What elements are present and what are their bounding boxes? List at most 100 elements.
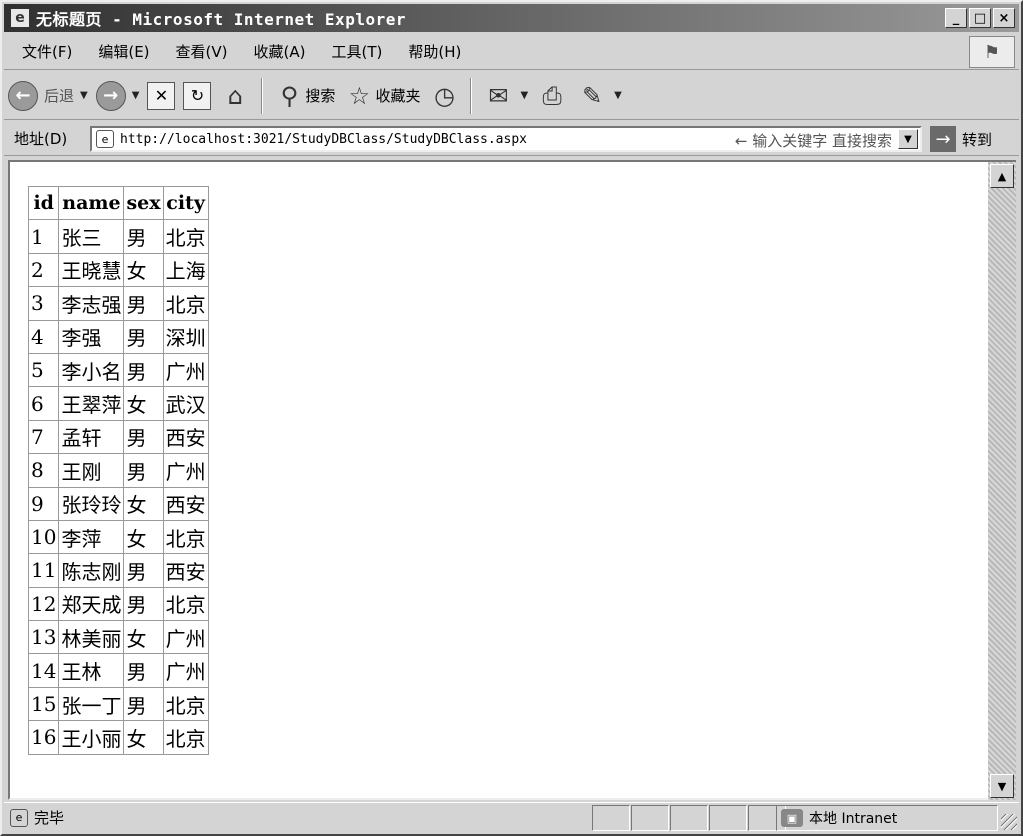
stop-icon: ✕	[147, 81, 176, 110]
cell-name: 王小丽	[58, 720, 125, 755]
print-button[interactable]: ⎙	[532, 76, 572, 116]
refresh-button[interactable]: ↻	[179, 76, 215, 116]
history-icon: ◷	[433, 81, 455, 110]
table-row: 6 王翠萍女武汉	[27, 386, 209, 421]
go-label: 转到	[962, 130, 993, 149]
cell-id: 16	[27, 720, 60, 755]
menu-tools[interactable]: 工具(T)	[331, 41, 382, 62]
security-zone: ▣ 本地 Intranet	[776, 805, 998, 831]
cell-city: 深圳	[162, 319, 209, 354]
cell-name: 王翠萍	[58, 386, 125, 421]
mail-icon: ✉	[488, 81, 509, 110]
cell-sex: 女	[123, 519, 164, 555]
cell-city: 广州	[162, 453, 209, 488]
cell-name: 王林	[58, 653, 125, 688]
back-button[interactable]: ← 后退 ▼	[4, 76, 92, 116]
cell-name: 李小名	[58, 352, 125, 388]
vertical-scrollbar[interactable]: ▲ ▼	[988, 160, 1016, 800]
cell-name: 王晓慧	[58, 252, 125, 288]
cell-sex: 女	[123, 720, 164, 755]
star-icon: ☆	[348, 81, 371, 110]
cell-id: 14	[27, 653, 60, 688]
table-row: 3 李志强男北京	[27, 286, 209, 321]
back-label: 后退	[44, 87, 75, 105]
menu-edit[interactable]: 编辑(E)	[98, 41, 149, 62]
cell-id: 2	[27, 252, 60, 288]
page-done-icon: e	[10, 808, 28, 827]
table-row: 14 王林男广州	[27, 653, 209, 688]
resize-grip-icon[interactable]	[1001, 814, 1017, 830]
cell-city: 广州	[162, 352, 209, 388]
scroll-down-button[interactable]: ▼	[990, 774, 1014, 798]
close-button[interactable]: ×	[993, 8, 1015, 28]
status-bar: e 完毕 ▣ 本地 Intranet	[4, 802, 1019, 832]
mail-button[interactable]: ✉ ▼	[478, 76, 532, 116]
table-row: 2 王晓慧女上海	[27, 252, 209, 288]
data-table: id name sex city 1 张三男北京 2 王晓慧女上海 3 李志强男北京 4 李强…	[27, 185, 209, 755]
cell-sex: 男	[123, 319, 164, 354]
forward-arrow-icon: →	[95, 80, 126, 111]
minimize-button[interactable]: _	[945, 8, 967, 28]
cell-name: 王刚	[58, 453, 125, 488]
search-button[interactable]: ⚲ 搜索	[269, 76, 339, 116]
table-row: 13 林美丽女广州	[27, 620, 209, 655]
table-row: 11 陈志刚男西安	[27, 553, 209, 588]
forward-button[interactable]: → ▼	[92, 76, 144, 116]
address-input[interactable]: e http://localhost:3021/StudyDBClass/Stu…	[90, 126, 922, 152]
cell-sex: 男	[123, 586, 164, 622]
table-row: 10 李萍女北京	[27, 519, 209, 555]
status-pane	[631, 805, 669, 831]
go-button[interactable]: → 转到	[930, 126, 992, 152]
table-row: 9 张玲玲女西安	[27, 486, 209, 521]
search-icon: ⚲	[280, 81, 299, 110]
cell-city: 武汉	[162, 386, 209, 421]
cell-id: 10	[27, 519, 60, 555]
page-icon: e	[96, 130, 114, 148]
favorites-button[interactable]: ☆ 收藏夹	[339, 76, 424, 116]
history-button[interactable]: ◷	[424, 76, 464, 116]
stop-button[interactable]: ✕	[143, 76, 179, 116]
go-arrow-icon: →	[930, 126, 956, 152]
chevron-down-icon: ▼	[614, 90, 622, 101]
address-label: 地址(D)	[14, 130, 68, 148]
menu-help[interactable]: 帮助(H)	[408, 41, 461, 62]
cell-name: 林美丽	[58, 620, 125, 655]
header-city: city	[162, 185, 209, 221]
maximize-button[interactable]: □	[969, 8, 991, 28]
cell-name: 张玲玲	[58, 486, 125, 521]
table-row: 15 张一丁男北京	[27, 686, 209, 722]
menu-view[interactable]: 查看(V)	[176, 41, 228, 62]
refresh-icon: ↻	[183, 81, 212, 110]
status-pane	[709, 805, 747, 831]
window-controls: _ □ ×	[945, 8, 1015, 28]
status-pane	[592, 805, 630, 831]
header-sex: sex	[123, 185, 164, 221]
chevron-down-icon: ▼	[520, 90, 529, 101]
menu-favorites[interactable]: 收藏(A)	[254, 41, 306, 62]
toolbar-separator	[261, 77, 264, 114]
search-hint[interactable]: ← 输入关键字 直接搜索	[735, 130, 892, 151]
home-button[interactable]: ⌂	[215, 76, 255, 116]
table-row: 5 李小名男广州	[27, 352, 209, 388]
toolbar-separator	[470, 77, 473, 114]
cell-city: 北京	[162, 219, 209, 254]
address-dropdown-button[interactable]: ▼	[898, 129, 918, 149]
cell-name: 陈志刚	[58, 553, 125, 588]
cell-sex: 男	[123, 553, 164, 588]
cell-id: 1	[27, 219, 60, 254]
table-body: 1 张三男北京 2 王晓慧女上海 3 李志强男北京 4 李强男深圳 5 李小名男广州 6 王翠萍女武汉…	[27, 219, 209, 755]
table-row: 12 郑天成男北京	[27, 586, 209, 622]
cell-name: 张三	[58, 219, 125, 254]
cell-sex: 男	[123, 453, 164, 488]
table-row: 1 张三男北京	[27, 219, 209, 254]
edit-button[interactable]: ✎ ▼	[572, 76, 626, 116]
cell-city: 西安	[162, 419, 209, 455]
chevron-down-icon: ▼	[131, 90, 140, 101]
cell-city: 西安	[162, 486, 209, 521]
search-label: 搜索	[305, 87, 336, 105]
cell-name: 孟轩	[58, 419, 125, 455]
cell-name: 李志强	[58, 286, 125, 321]
menu-file[interactable]: 文件(F)	[22, 41, 72, 62]
scroll-up-button[interactable]: ▲	[990, 164, 1014, 188]
address-url[interactable]: http://localhost:3021/StudyDBClass/Study…	[120, 132, 527, 147]
